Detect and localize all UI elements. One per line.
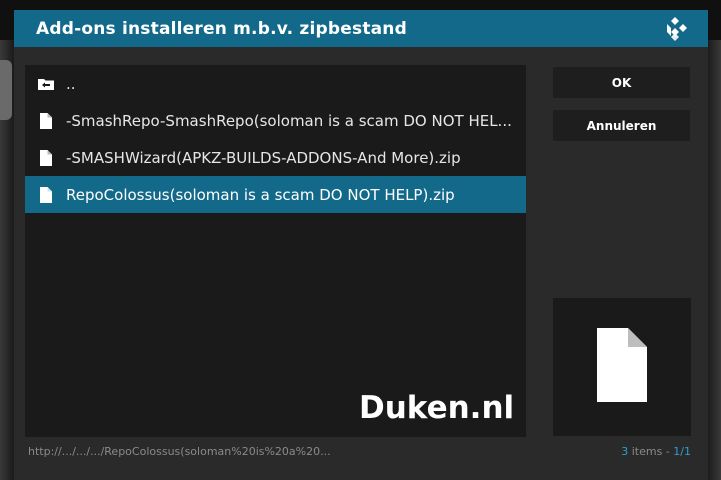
ok-button[interactable]: OK [553, 67, 690, 98]
status-bar: http://.../.../.../RepoColossus(soloman%… [14, 443, 708, 463]
file-preview [553, 298, 691, 436]
watermark-text: Duken.nl [359, 390, 515, 426]
list-item-selected[interactable]: RepoColossus(soloman is a scam DO NOT HE… [25, 176, 526, 213]
folder-up-icon [36, 74, 56, 94]
list-item-label: RepoColossus(soloman is a scam DO NOT HE… [66, 185, 455, 204]
item-count: 3 items - 1/1 [621, 445, 691, 458]
list-item[interactable]: -SmashRepo-SmashRepo(soloman is a scam D… [25, 102, 526, 139]
list-item-label: .. [66, 74, 76, 93]
screen: Add-ons installeren m.b.v. zipbestand ..… [0, 0, 721, 480]
dialog-title-bar: Add-ons installeren m.b.v. zipbestand [14, 10, 708, 47]
dialog-title: Add-ons installeren m.b.v. zipbestand [36, 19, 407, 39]
file-list: .. -SmashRepo-SmashRepo(soloman is a sca… [25, 65, 526, 437]
file-icon [36, 148, 56, 168]
background-right [707, 40, 721, 480]
list-item-label: -SmashRepo-SmashRepo(soloman is a scam D… [66, 111, 512, 130]
file-preview-icon [597, 328, 647, 406]
cancel-button[interactable]: Annuleren [553, 110, 690, 141]
list-item-parent[interactable]: .. [25, 65, 526, 102]
item-count-suffix: items - [628, 445, 674, 458]
file-icon [36, 185, 56, 205]
page-indicator: 1/1 [673, 445, 691, 458]
install-from-zip-dialog: Add-ons installeren m.b.v. zipbestand ..… [14, 10, 708, 480]
kodi-logo-icon [662, 16, 688, 42]
background-shape [0, 60, 12, 120]
list-item[interactable]: -SMASHWizard(APKZ-BUILDS-ADDONS-And More… [25, 139, 526, 176]
file-icon [36, 111, 56, 131]
list-item-label: -SMASHWizard(APKZ-BUILDS-ADDONS-And More… [66, 148, 461, 167]
current-path: http://.../.../.../RepoColossus(soloman%… [28, 445, 331, 458]
